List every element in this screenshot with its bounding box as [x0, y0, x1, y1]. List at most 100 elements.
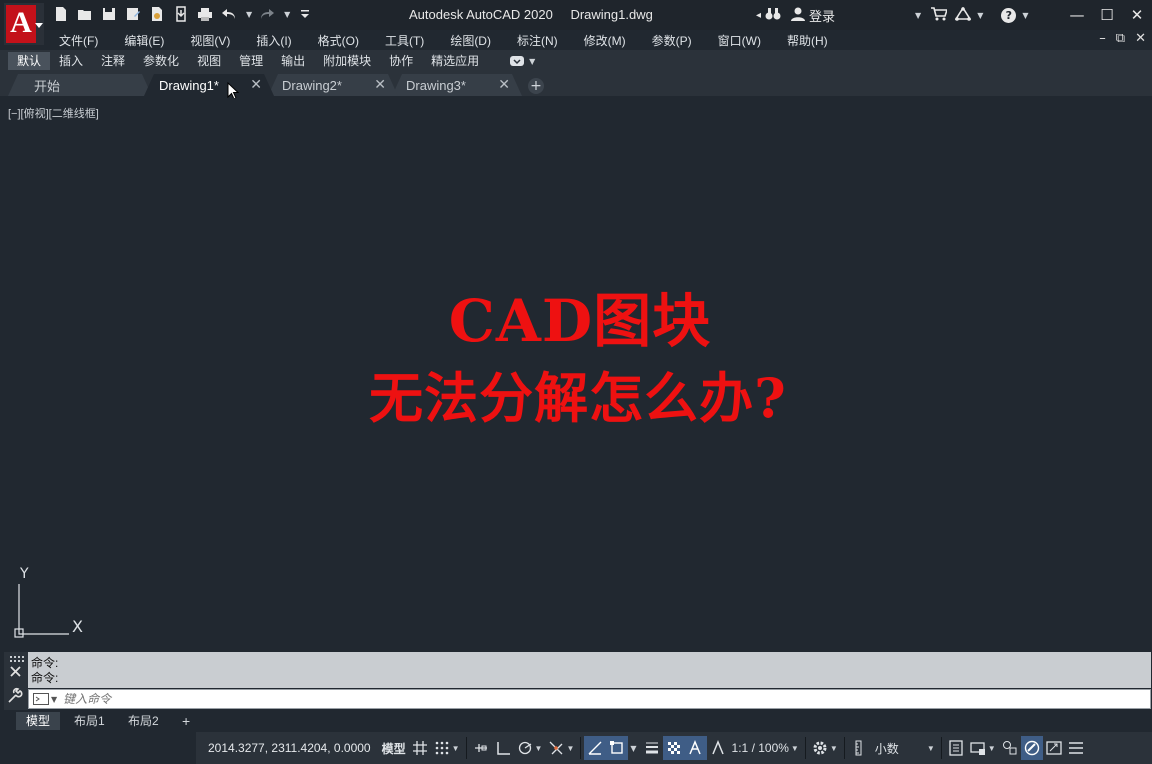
auto-scale-icon[interactable]: [707, 736, 729, 760]
menu-help[interactable]: 帮助(H): [774, 32, 841, 49]
command-prompt-icon[interactable]: ▼: [33, 693, 57, 705]
annotation-scale-dropdown[interactable]: 1:1 / 100% ▼: [729, 736, 802, 760]
status-bar-tools: 2014.3277, 2311.4204, 0.0000 模型 ▼ ▼ ▼ ▼ …: [196, 732, 1152, 764]
save-as-icon[interactable]: [124, 5, 142, 23]
undo-dropdown-icon[interactable]: ▼: [246, 10, 252, 19]
hardware-acceleration-icon[interactable]: [1020, 736, 1043, 760]
redo-dropdown-icon[interactable]: ▼: [284, 10, 290, 19]
tab-start[interactable]: 开始: [8, 74, 152, 96]
help-dropdown-icon[interactable]: ▼: [1022, 11, 1028, 20]
menu-window[interactable]: 窗口(W): [705, 32, 774, 49]
annotation-visibility-icon[interactable]: [684, 736, 707, 760]
help-icon[interactable]: ?: [1001, 8, 1017, 23]
menu-file[interactable]: 文件(F): [46, 32, 111, 49]
ribbon-tab-featured-apps[interactable]: 精选应用: [422, 52, 488, 70]
object-snap-dropdown-icon[interactable]: ▼: [630, 744, 636, 753]
menu-parametric[interactable]: 参数(P): [639, 32, 705, 49]
customization-menu-icon[interactable]: [1065, 736, 1087, 760]
print-icon[interactable]: [196, 5, 214, 23]
add-layout-plus-icon[interactable]: +: [172, 712, 200, 730]
doc-restore-icon[interactable]: ⧉: [1116, 31, 1125, 46]
snap-mode-icon[interactable]: ▼: [431, 736, 463, 760]
customize-toolbar-icon[interactable]: [296, 5, 314, 23]
grid-icon[interactable]: [409, 736, 431, 760]
viewport-controls-label[interactable]: [−][俯视][二维线框]: [8, 105, 99, 121]
close-window-icon[interactable]: ✕: [1122, 0, 1152, 30]
layout-tab-model[interactable]: 模型: [16, 712, 61, 730]
doc-close-icon[interactable]: ✕: [1135, 31, 1146, 46]
tab-drawing1[interactable]: Drawing1* ✕: [144, 74, 274, 96]
units-dropdown[interactable]: 小数 ▼: [848, 736, 938, 760]
menu-draw[interactable]: 绘图(D): [437, 32, 504, 49]
command-input[interactable]: [63, 692, 664, 706]
login-dropdown-icon[interactable]: ▼: [915, 11, 921, 20]
ortho-mode-icon[interactable]: [492, 736, 514, 760]
menu-tools[interactable]: 工具(T): [372, 32, 437, 49]
open-web-icon[interactable]: [148, 5, 166, 23]
expand-search-icon[interactable]: ◂: [756, 10, 761, 21]
ribbon-tab-home[interactable]: 默认: [8, 52, 51, 70]
connect-dropdown-icon[interactable]: ▼: [977, 11, 983, 20]
ribbon-tab-view[interactable]: 视图: [188, 52, 230, 70]
model-space-button[interactable]: 模型: [379, 736, 409, 760]
cart-icon[interactable]: [931, 6, 949, 25]
coordinates-readout[interactable]: 2014.3277, 2311.4204, 0.0000: [196, 741, 379, 755]
command-input-box[interactable]: ▼: [28, 689, 1151, 709]
menu-dimension[interactable]: 标注(N): [504, 32, 571, 49]
maximize-icon[interactable]: ☐: [1092, 0, 1122, 30]
close-tab-drawing3-icon[interactable]: ✕: [498, 76, 510, 93]
file-tabs: 开始 Drawing3* ✕ Drawing2* ✕ Drawing1* ✕ +: [0, 72, 1152, 96]
ribbon-display-icon: [510, 56, 525, 66]
ribbon-tab-collaborate[interactable]: 协作: [380, 52, 422, 70]
close-tab-drawing1-icon[interactable]: ✕: [250, 76, 262, 93]
ucs-axis-icon: Y X: [14, 566, 83, 638]
binoculars-icon[interactable]: [765, 7, 781, 25]
ribbon-minimize-toggle[interactable]: ▼: [510, 56, 535, 66]
minimize-icon[interactable]: —: [1062, 0, 1092, 30]
lineweight-icon[interactable]: [641, 736, 663, 760]
ribbon-tab-output[interactable]: 输出: [272, 52, 314, 70]
doc-minimize-icon[interactable]: –: [1099, 31, 1106, 46]
command-history-line: 命令:: [31, 656, 59, 670]
menu-modify[interactable]: 修改(M): [571, 32, 639, 49]
lock-ui-icon[interactable]: ▼: [967, 736, 999, 760]
new-tab-plus-icon[interactable]: +: [528, 78, 544, 94]
ribbon-tab-parametric[interactable]: 参数化: [134, 52, 188, 70]
polar-tracking-icon[interactable]: ▼: [514, 736, 546, 760]
layout-tab-layout1[interactable]: 布局1: [64, 712, 115, 730]
ucs-y-label: Y: [19, 566, 29, 582]
close-tab-drawing2-icon[interactable]: ✕: [374, 76, 386, 93]
layout-tab-layout2[interactable]: 布局2: [118, 712, 169, 730]
ribbon-tab-annotate[interactable]: 注释: [92, 52, 134, 70]
command-history-lines: 命令: 命令:: [31, 656, 58, 686]
isodraft-icon[interactable]: ▼: [545, 736, 577, 760]
save-icon[interactable]: [100, 5, 118, 23]
transparency-icon[interactable]: [662, 736, 685, 760]
application-menu-button[interactable]: A: [4, 3, 44, 45]
ribbon-tab-manage[interactable]: 管理: [230, 52, 272, 70]
command-line-grip[interactable]: [4, 652, 28, 710]
user-icon[interactable]: [791, 7, 806, 25]
login-label[interactable]: 登录: [809, 6, 835, 25]
menu-edit[interactable]: 编辑(E): [111, 32, 177, 49]
tab-drawing2[interactable]: Drawing2* ✕: [268, 74, 398, 96]
menu-view[interactable]: 视图(V): [177, 32, 243, 49]
new-file-icon[interactable]: [52, 5, 70, 23]
undo-icon[interactable]: [220, 5, 238, 23]
ribbon-tab-insert[interactable]: 插入: [50, 52, 92, 70]
clean-screen-icon[interactable]: [1043, 736, 1065, 760]
object-snap-icon[interactable]: [606, 736, 629, 760]
open-folder-icon[interactable]: [76, 5, 94, 23]
ribbon-tab-addins[interactable]: 附加模块: [314, 52, 380, 70]
isolate-objects-icon[interactable]: [999, 736, 1021, 760]
menu-format[interactable]: 格式(O): [305, 32, 372, 49]
tab-drawing3[interactable]: Drawing3* ✕: [392, 74, 522, 96]
object-snap-tracking-icon[interactable]: [584, 736, 607, 760]
workspace-gear-icon[interactable]: ▼: [809, 736, 841, 760]
menu-insert[interactable]: 插入(I): [243, 32, 304, 49]
connect-icon[interactable]: [954, 6, 972, 25]
share-icon[interactable]: [172, 5, 190, 23]
redo-icon[interactable]: [258, 5, 276, 23]
quick-properties-icon[interactable]: [945, 736, 967, 760]
infer-constraints-icon[interactable]: [470, 736, 492, 760]
